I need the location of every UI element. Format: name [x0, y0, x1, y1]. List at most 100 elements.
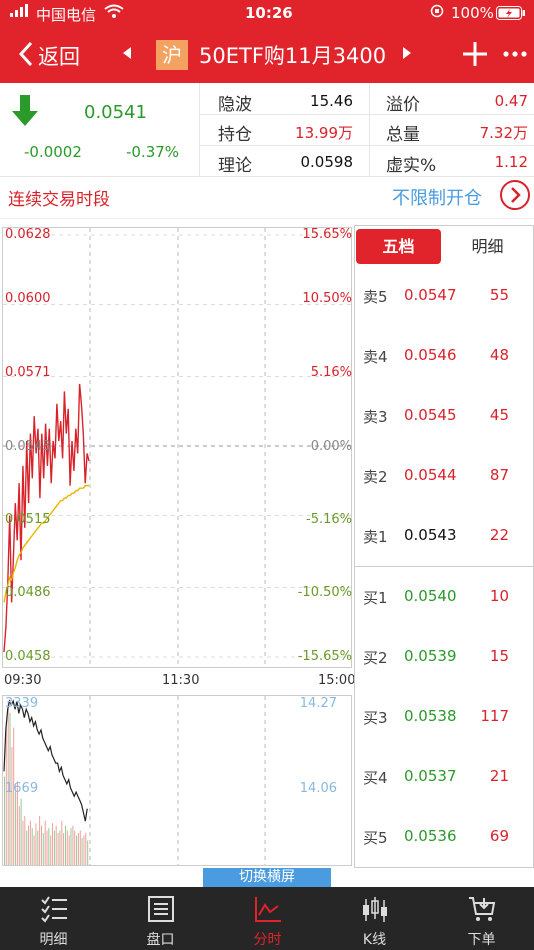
moneyness-value: 1.12 [494, 153, 528, 171]
add-icon[interactable] [462, 41, 488, 67]
bid-price: 0.0538 [404, 707, 457, 725]
ask-price: 0.0545 [404, 406, 457, 424]
volume-bar [87, 840, 89, 865]
volume-bar [22, 820, 24, 865]
x-tick-0930: 09:30 [4, 673, 42, 688]
x-tick-1130: 11:30 [162, 673, 200, 688]
moneyness-label: 虚实% [386, 156, 437, 176]
chevron-right-circle-icon[interactable] [499, 179, 531, 211]
bid-row-5[interactable]: 买5 0.0536 69 [354, 807, 534, 867]
next-contract-arrow-icon[interactable] [401, 46, 413, 60]
ask-label: 卖3 [363, 408, 388, 426]
signal-icon [10, 4, 32, 22]
iv-label: 隐波 [218, 95, 252, 115]
ask-volume: 22 [489, 526, 509, 544]
intraday-price-chart[interactable] [0, 225, 354, 670]
contract-title: 50ETF购11月3400 [199, 44, 387, 68]
bid-price: 0.0539 [404, 647, 457, 665]
oi-label: 持仓 [218, 125, 252, 145]
ask-label: 卖5 [363, 288, 388, 306]
bid-price: 0.0540 [404, 587, 457, 605]
last-price: 0.0541 [84, 102, 147, 123]
volume-bar [59, 830, 61, 865]
volume-bar [35, 823, 37, 865]
bid-label: 买3 [363, 709, 388, 727]
volume-bar [24, 815, 26, 865]
candlestick-icon [363, 897, 387, 922]
bid-volume: 15 [489, 647, 509, 665]
volume-bar [72, 825, 74, 865]
vol-tick-left-0: 3339 [5, 696, 39, 711]
down-arrow-icon [12, 95, 38, 126]
bid-label: 买5 [363, 829, 388, 847]
volume-bar [61, 820, 63, 865]
tab-order-bottom[interactable]: 下单 [428, 887, 534, 950]
ask-row-4[interactable]: 卖4 0.0546 48 [354, 326, 534, 386]
bid-row-3[interactable]: 买3 0.0538 117 [354, 687, 534, 747]
volume-bar [48, 828, 50, 865]
ask-volume: 45 [489, 406, 509, 424]
y-tick-left-4: 0.0515 [5, 512, 51, 527]
vol-tick-right-1: 14.06 [299, 781, 337, 796]
ask-row-3[interactable]: 卖3 0.0545 45 [354, 386, 534, 446]
tab-label: 分时 [253, 932, 282, 948]
volume-bar [13, 727, 15, 865]
volume-bar [11, 747, 13, 865]
prev-contract-arrow-icon[interactable] [121, 46, 133, 60]
y-tick-right-3: 0.00% [310, 439, 352, 454]
carrier-text: 中国电信 [36, 6, 97, 24]
theory-label: 理论 [218, 156, 252, 176]
tab-five-levels[interactable]: 五档 [356, 229, 441, 264]
back-button[interactable]: 返回 [14, 36, 84, 72]
volume-bar [83, 835, 85, 865]
top-header: 中国电信 10:26 100% 返回 沪 50ETF购11月3400 [0, 0, 534, 83]
bid-row-1[interactable]: 买1 0.0540 10 [354, 567, 534, 627]
bid-row-4[interactable]: 买4 0.0537 21 [354, 747, 534, 807]
more-icon[interactable] [503, 50, 527, 58]
y-tick-right-0: 15.65% [302, 227, 352, 242]
price-change: -0.0002 [24, 143, 82, 161]
volume-bar [63, 833, 65, 865]
volume-bar [39, 815, 41, 865]
volume-bar [28, 825, 29, 865]
bid-price: 0.0536 [404, 827, 457, 845]
volume-bar [46, 830, 48, 865]
bid-volume: 69 [489, 827, 509, 845]
bid-volume: 117 [480, 707, 509, 725]
ask-volume: 55 [489, 286, 509, 304]
ask-price: 0.0547 [404, 286, 457, 304]
switch-landscape-button[interactable]: 切换横屏 [203, 868, 331, 887]
tab-details-bottom[interactable]: 明细 [0, 887, 107, 950]
tab-details[interactable]: 明细 [445, 229, 530, 264]
open-limit-label[interactable]: 不限制开仓 [392, 184, 482, 210]
ask-volume: 48 [489, 346, 509, 364]
oi-value: 13.99万 [295, 124, 353, 142]
volume-bar [55, 825, 57, 865]
volume-bar [76, 835, 78, 865]
y-tick-left-1: 0.0600 [5, 291, 51, 306]
ask-row-2[interactable]: 卖2 0.0544 87 [354, 446, 534, 506]
volume-bar [79, 830, 81, 865]
y-tick-right-1: 10.50% [302, 291, 352, 306]
book-icon [148, 896, 174, 922]
volume-bar [41, 825, 42, 865]
ask-row-5[interactable]: 卖5 0.0547 55 [354, 266, 534, 326]
intraday-chart-icon [255, 897, 281, 922]
status-time: 10:26 [245, 4, 293, 22]
y-tick-left-6: 0.0458 [5, 649, 51, 664]
bid-volume: 10 [489, 587, 509, 605]
volume-bar [26, 830, 28, 865]
tab-kline-bottom[interactable]: K线 [321, 887, 428, 950]
volume-value: 7.32万 [479, 124, 528, 142]
ask-price: 0.0543 [404, 526, 457, 544]
volume-bar [31, 828, 33, 865]
volume-bar [20, 798, 22, 865]
ask-row-1[interactable]: 卖1 0.0543 22 [354, 506, 534, 566]
bid-row-2[interactable]: 买2 0.0539 15 [354, 627, 534, 687]
tab-order-book-bottom[interactable]: 盘口 [107, 887, 214, 950]
battery-icon [496, 6, 526, 24]
y-tick-right-6: -15.65% [297, 649, 352, 664]
volume-bar [65, 825, 66, 865]
tab-intraday-bottom[interactable]: 分时 [214, 887, 321, 950]
quote-panel: 0.0541 -0.0002 -0.37% [0, 83, 534, 176]
